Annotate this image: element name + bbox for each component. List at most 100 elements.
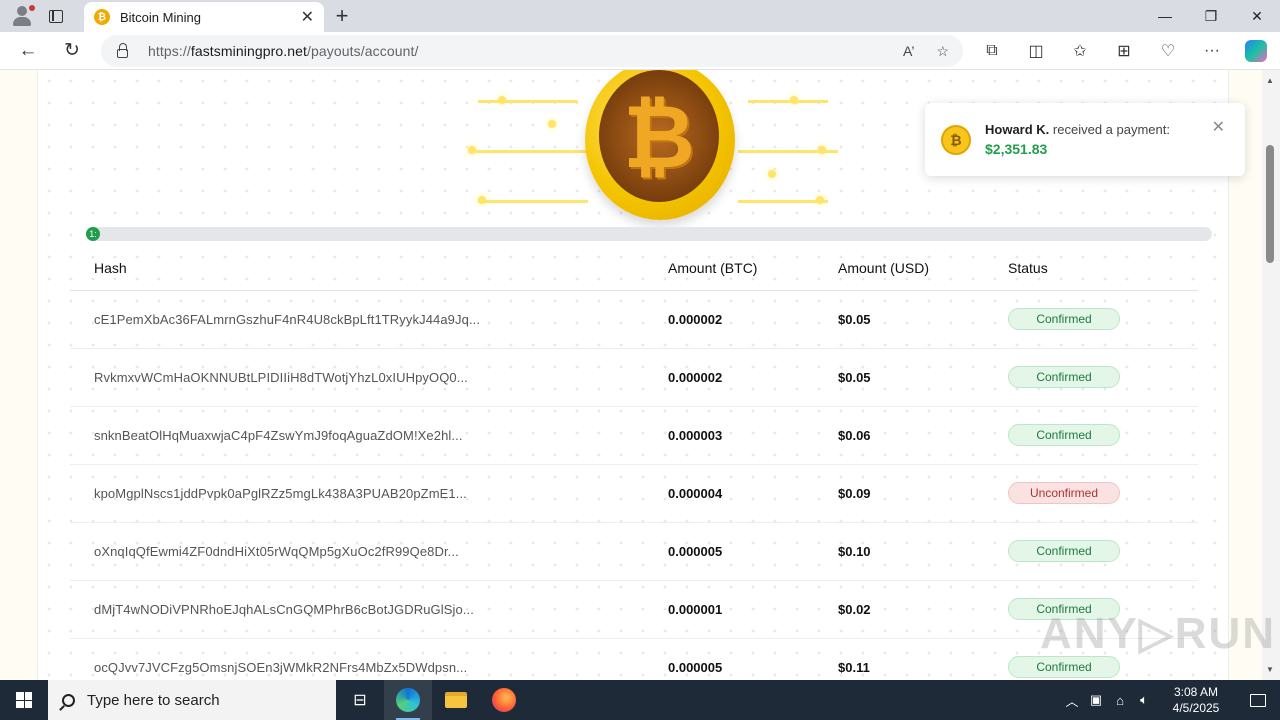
hash-cell: cE1PemXbAc36FALmrnGszhuF4nR4U8ckBpLft1TR… bbox=[70, 290, 668, 349]
page-scrollbar[interactable]: ▲ ▼ bbox=[1262, 70, 1280, 680]
windows-taskbar: Type here to search ⊟ ︿ ▣ ⌂ 🔈︎ 3:08 AM 4… bbox=[0, 680, 1280, 720]
scroll-down-arrow-icon[interactable]: ▼ bbox=[1266, 665, 1274, 674]
bitcoin-hero-image: ₿ bbox=[438, 70, 838, 225]
show-hidden-icons-icon[interactable]: ︿ bbox=[1060, 691, 1084, 710]
amount-btc-cell: 0.000005 bbox=[668, 522, 838, 581]
hash-cell: kpoMgplNscs1jddPvpk0aPglRZz5mgLk438A3PUA… bbox=[70, 464, 668, 523]
edge-taskbar-icon[interactable] bbox=[384, 680, 432, 720]
header-amount-usd: Amount (USD) bbox=[838, 246, 1008, 291]
collections-icon[interactable]: ⊞ bbox=[1102, 32, 1146, 70]
scroll-up-arrow-icon[interactable]: ▲ bbox=[1266, 76, 1274, 85]
meet-now-icon[interactable]: ▣ bbox=[1084, 692, 1108, 708]
amount-usd-cell: $0.02 bbox=[838, 580, 1008, 639]
bitcoin-icon: ₿ bbox=[941, 124, 971, 155]
header-hash: Hash bbox=[70, 246, 668, 291]
close-notification-icon[interactable]: ✕ bbox=[1212, 117, 1225, 137]
tab-actions-icon[interactable] bbox=[36, 0, 76, 32]
hash-cell: oXnqIqQfEwmi4ZF0dndHiXt05rWqQMp5gXuOc2fR… bbox=[70, 522, 668, 581]
status-cell: Unconfirmed bbox=[1008, 464, 1198, 523]
restore-button[interactable]: ❐ bbox=[1188, 0, 1234, 32]
status-cell: Confirmed bbox=[1008, 290, 1198, 349]
anyrun-watermark: ANY▷RUN bbox=[1040, 609, 1277, 658]
table-header-row: Hash Amount (BTC) Amount (USD) Status bbox=[70, 246, 1198, 291]
bitcoin-favicon-icon: ₿ bbox=[94, 9, 110, 25]
header-status: Status bbox=[1008, 246, 1198, 291]
header-amount-btc: Amount (BTC) bbox=[668, 246, 838, 291]
table-row: kpoMgplNscs1jddPvpk0aPglRZz5mgLk438A3PUA… bbox=[70, 464, 1198, 523]
file-explorer-icon[interactable] bbox=[432, 680, 480, 720]
status-badge: Confirmed bbox=[1008, 308, 1120, 330]
tab-title: Bitcoin Mining bbox=[120, 9, 201, 25]
table-row: oXnqIqQfEwmi4ZF0dndHiXt05rWqQMp5gXuOc2fR… bbox=[70, 522, 1198, 581]
amount-usd-cell: $0.05 bbox=[838, 348, 1008, 407]
amount-usd-cell: $0.11 bbox=[838, 638, 1008, 680]
search-placeholder: Type here to search bbox=[87, 691, 220, 709]
split-screen-icon[interactable]: ◫ bbox=[1014, 32, 1058, 70]
copilot-icon[interactable] bbox=[1234, 32, 1278, 70]
favorites-icon[interactable]: ✩ bbox=[1058, 32, 1102, 70]
extensions-icon[interactable]: ⧉ bbox=[970, 32, 1014, 70]
payouts-table: Hash Amount (BTC) Amount (USD) Status cE… bbox=[70, 246, 1198, 680]
hash-cell: RvkmxvWCmHaOKNNUBtLPIDIIiH8dTWotjYhzL0xI… bbox=[70, 348, 668, 407]
firefox-icon[interactable] bbox=[480, 680, 528, 720]
table-row: cE1PemXbAc36FALmrnGszhuF4nR4U8ckBpLft1TR… bbox=[70, 290, 1198, 349]
table-row: RvkmxvWCmHaOKNNUBtLPIDIIiH8dTWotjYhzL0xI… bbox=[70, 348, 1198, 407]
taskbar-search-box[interactable]: Type here to search bbox=[48, 680, 336, 720]
scrollbar-thumb[interactable] bbox=[1266, 145, 1274, 263]
amount-btc-cell: 0.000001 bbox=[668, 580, 838, 639]
taskbar-clock[interactable]: 3:08 AM 4/5/2025 bbox=[1156, 684, 1236, 716]
lock-icon[interactable] bbox=[117, 42, 128, 58]
new-tab-button[interactable]: + bbox=[330, 4, 354, 28]
status-cell: Confirmed bbox=[1008, 406, 1198, 465]
notification-message: Howard K. received a payment: bbox=[985, 122, 1170, 137]
hash-cell: snknBeatOlHqMuaxwjaC4pF4ZswYmJ9foqAguaZd… bbox=[70, 406, 668, 465]
hash-cell: ocQJvv7JVCFzg5OmsnjSOEn3jWMkR2NFrs4MbZx5… bbox=[70, 638, 668, 680]
close-tab-icon[interactable]: ✕ bbox=[301, 7, 314, 27]
amount-btc-cell: 0.000002 bbox=[668, 348, 838, 407]
profile-icon[interactable] bbox=[0, 0, 36, 32]
amount-btc-cell: 0.000004 bbox=[668, 464, 838, 523]
table-row: dMjT4wNODiVPNRhoEJqhALsCnGQMPhrB6cBotJGD… bbox=[70, 580, 1198, 639]
notification-center-icon[interactable] bbox=[1236, 680, 1280, 720]
amount-usd-cell: $0.06 bbox=[838, 406, 1008, 465]
status-badge: Confirmed bbox=[1008, 656, 1120, 678]
progress-indicator: 1: bbox=[86, 227, 100, 241]
progress-bar: 1: bbox=[86, 227, 1212, 241]
close-window-button[interactable]: ✕ bbox=[1234, 0, 1280, 32]
task-view-icon[interactable]: ⊟ bbox=[336, 680, 384, 720]
status-badge: Confirmed bbox=[1008, 424, 1120, 446]
url-text[interactable]: https://fastsminingpro.net/payouts/accou… bbox=[148, 43, 881, 59]
payment-notification: ₿ Howard K. received a payment: $2,351.8… bbox=[925, 103, 1245, 176]
windows-logo-icon bbox=[16, 692, 32, 708]
address-bar[interactable]: https://fastsminingpro.net/payouts/accou… bbox=[101, 35, 963, 67]
status-badge: Unconfirmed bbox=[1008, 482, 1120, 504]
network-icon[interactable]: ⌂ bbox=[1108, 693, 1132, 708]
back-arrow-icon[interactable]: ← bbox=[8, 32, 48, 70]
browser-essentials-icon[interactable]: ♡ bbox=[1146, 32, 1190, 70]
status-badge: Confirmed bbox=[1008, 540, 1120, 562]
amount-btc-cell: 0.000003 bbox=[668, 406, 838, 465]
more-menu-icon[interactable]: ··· bbox=[1190, 32, 1234, 70]
amount-usd-cell: $0.09 bbox=[838, 464, 1008, 523]
favorite-star-icon[interactable]: ☆ bbox=[936, 43, 949, 60]
amount-usd-cell: $0.05 bbox=[838, 290, 1008, 349]
minimize-button[interactable]: — bbox=[1142, 0, 1188, 32]
hash-cell: dMjT4wNODiVPNRhoEJqhALsCnGQMPhrB6cBotJGD… bbox=[70, 580, 668, 639]
browser-tab-bar: ₿ Bitcoin Mining ✕ + — ❐ ✕ bbox=[0, 0, 1280, 32]
notification-amount: $2,351.83 bbox=[985, 141, 1048, 157]
browser-nav-bar: ← ↻ https://fastsminingpro.net/payouts/a… bbox=[0, 32, 1280, 70]
tab-bitcoin-mining[interactable]: ₿ Bitcoin Mining ✕ bbox=[84, 2, 324, 32]
table-row: ocQJvv7JVCFzg5OmsnjSOEn3jWMkR2NFrs4MbZx5… bbox=[70, 638, 1198, 680]
table-row: snknBeatOlHqMuaxwjaC4pF4ZswYmJ9foqAguaZd… bbox=[70, 406, 1198, 465]
status-badge: Confirmed bbox=[1008, 366, 1120, 388]
amount-btc-cell: 0.000005 bbox=[668, 638, 838, 680]
read-aloud-icon[interactable]: A’ bbox=[903, 43, 914, 59]
status-cell: Confirmed bbox=[1008, 522, 1198, 581]
start-button[interactable] bbox=[0, 680, 48, 720]
refresh-icon[interactable]: ↻ bbox=[52, 32, 92, 70]
amount-btc-cell: 0.000002 bbox=[668, 290, 838, 349]
volume-icon[interactable]: 🔈︎ bbox=[1132, 692, 1156, 708]
bitcoin-coin-icon: ₿ bbox=[585, 70, 735, 220]
amount-usd-cell: $0.10 bbox=[838, 522, 1008, 581]
search-icon bbox=[62, 693, 75, 707]
